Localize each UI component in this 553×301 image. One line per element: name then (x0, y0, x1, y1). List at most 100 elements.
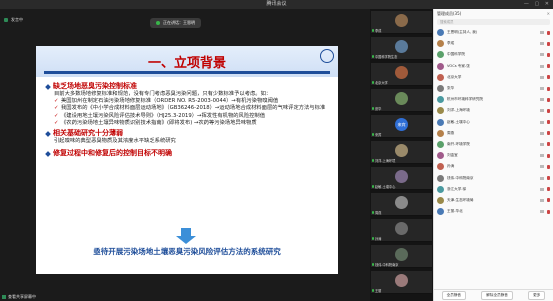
video-tile[interactable]: 孙涛 (371, 219, 432, 242)
avatar (437, 85, 444, 93)
mic-icon (156, 21, 160, 25)
mic-muted-icon[interactable] (547, 164, 550, 169)
video-name-text: 周燕 (375, 211, 382, 215)
camera-icon[interactable] (540, 187, 544, 191)
camera-icon[interactable] (540, 64, 544, 68)
video-tile[interactable]: 钱伟-中科院南京 (371, 245, 432, 268)
mic-muted-icon[interactable] (547, 41, 550, 46)
avatar (437, 185, 444, 193)
mute-all-button[interactable]: 全员静音 (441, 291, 467, 300)
mic-muted-icon[interactable] (547, 97, 550, 102)
participant-row[interactable]: 南开-环境学院 (437, 139, 550, 150)
share-status[interactable]: 查看共享屏幕中 (2, 294, 36, 300)
mic-muted-icon[interactable] (547, 52, 550, 57)
mic-muted-icon[interactable] (547, 198, 550, 203)
participant-name: 刘洋-上海环境 (447, 108, 470, 113)
mic-icon (372, 263, 374, 266)
mic-muted-icon[interactable] (547, 142, 550, 147)
camera-icon[interactable] (540, 31, 544, 35)
participant-row[interactable]: 钱伟-中科院南京 (437, 172, 550, 183)
camera-icon[interactable] (540, 176, 544, 180)
mic-muted-icon[interactable] (547, 176, 550, 181)
video-gallery: 李成中国科学院生态 北京大学张华来宾 来宾刘洋-上海环境 赵敏-土壤中心周燕孙涛钱伟-… (370, 9, 433, 301)
video-name-text: 王丽 (375, 289, 382, 293)
avatar (395, 66, 408, 79)
check-icon: ✓ (54, 105, 59, 112)
mic-muted-icon[interactable] (547, 209, 550, 214)
participant-row[interactable]: 天津-生态环境局 (437, 195, 550, 206)
participant-name: 周燕 (447, 130, 455, 135)
mic-muted-icon[interactable] (547, 75, 550, 80)
video-tile[interactable]: 刘洋-上海环境 (371, 141, 432, 164)
video-tile[interactable]: 来宾 来宾 (371, 115, 432, 138)
camera-icon[interactable] (540, 98, 544, 102)
header-rule (44, 71, 330, 74)
participant-row[interactable]: 赵敏-土壤中心 (437, 117, 550, 128)
close-icon[interactable]: ✕ (547, 11, 550, 16)
speaker-icon (4, 18, 8, 22)
mic-muted-icon[interactable] (547, 153, 550, 158)
participant-row[interactable]: 中国科学院 (437, 49, 550, 60)
mic-muted-icon[interactable] (547, 86, 550, 91)
participant-row[interactable]: 刘洋-上海环境 (437, 105, 550, 116)
participant-row[interactable]: 李成 (437, 38, 550, 49)
camera-icon[interactable] (540, 120, 544, 124)
avatar (437, 96, 444, 104)
camera-icon[interactable] (540, 42, 544, 46)
video-name-text: 钱伟-中科院南京 (375, 263, 399, 267)
camera-icon[interactable] (540, 154, 544, 158)
video-tile[interactable]: 张华 (371, 89, 432, 112)
video-name-text: 来宾 (375, 133, 382, 137)
mic-icon (372, 133, 374, 136)
video-tile[interactable]: 赵敏-土壤中心 (371, 167, 432, 190)
participant-row[interactable]: 王丽-华北 (437, 206, 550, 217)
camera-icon[interactable] (540, 198, 544, 202)
presentation-slide: 一、立项背景 缺乏场地恶臭污染控制标准 目前大多数场地修复标准和规范，没有专门考… (36, 46, 338, 274)
title-bar: 腾讯会议 — ▢ ✕ (0, 0, 553, 9)
video-name: 李成 (372, 28, 381, 33)
video-tile[interactable]: 北京大学 (371, 63, 432, 86)
more-button[interactable]: 更多 (528, 291, 546, 300)
mic-muted-icon[interactable] (547, 120, 550, 125)
participant-row[interactable]: 王恩明(主持人, 我) (437, 27, 550, 38)
participant-row[interactable]: 浙江大学-徐 (437, 184, 550, 195)
participant-name: 孙涛 (447, 164, 455, 169)
camera-icon[interactable] (540, 131, 544, 135)
window-controls[interactable]: — ▢ ✕ (524, 0, 551, 9)
camera-icon[interactable] (540, 53, 544, 57)
participant-row[interactable]: 张华 (437, 83, 550, 94)
video-name: 周燕 (372, 210, 381, 215)
section-heading-text: 修复过程中和修复后的控制目标不明确 (53, 149, 172, 158)
panel-title: 管理成员(35) (437, 10, 462, 16)
mic-muted-icon[interactable] (547, 131, 550, 136)
section-heading-text: 缺乏场地恶臭污染控制标准 (53, 82, 137, 90)
participant-row[interactable]: 杭州市环境科学研究院 (437, 94, 550, 105)
video-tile[interactable]: 王丽 (371, 271, 432, 294)
mic-muted-icon[interactable] (547, 64, 550, 69)
camera-icon[interactable] (540, 87, 544, 91)
mic-icon (372, 159, 374, 162)
video-tile[interactable]: 周燕 (371, 193, 432, 216)
institution-logo-icon (320, 49, 334, 63)
video-tile[interactable]: 李成 (371, 11, 432, 34)
mic-muted-icon[interactable] (547, 187, 550, 192)
camera-icon[interactable] (540, 109, 544, 113)
mic-muted-icon[interactable] (547, 108, 550, 113)
camera-icon[interactable] (540, 142, 544, 146)
participant-row[interactable]: 周燕 (437, 128, 550, 139)
participant-row[interactable]: 孙涛 (437, 161, 550, 172)
camera-icon[interactable] (540, 210, 544, 214)
participant-row[interactable]: VOCs 专家-张 (437, 61, 550, 72)
participant-name: 杭州市环境科学研究院 (447, 97, 483, 102)
member-search-input[interactable]: 搜索成员 (437, 19, 550, 25)
camera-icon[interactable] (540, 75, 544, 79)
avatar (395, 274, 408, 287)
participant-row[interactable]: 北京大学 (437, 72, 550, 83)
diamond-bullet-icon (45, 130, 51, 137)
video-tile[interactable]: 中国科学院生态 (371, 37, 432, 60)
participant-row[interactable]: 刘金宝 (437, 150, 550, 161)
avatar (437, 29, 444, 37)
camera-icon[interactable] (540, 165, 544, 169)
unmute-all-button[interactable]: 解除全员静音 (481, 291, 513, 300)
mic-muted-icon[interactable] (547, 30, 550, 35)
